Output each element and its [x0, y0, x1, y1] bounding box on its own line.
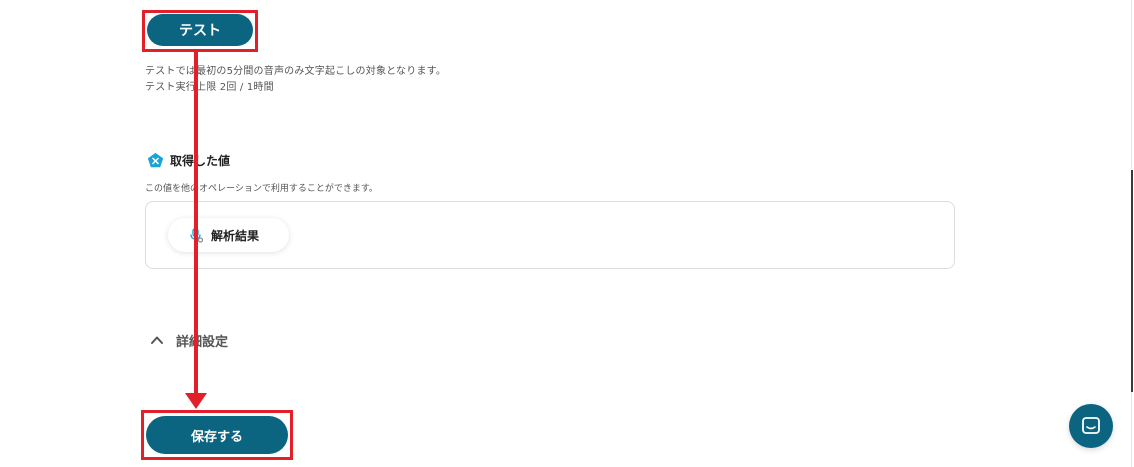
x-pentagon-icon [147, 152, 164, 167]
scrollbar-thumb[interactable] [1131, 170, 1133, 392]
save-button-highlight [141, 410, 293, 460]
output-section-title: 取得した値 [147, 151, 230, 169]
output-value-chip[interactable]: 解析結果 [168, 218, 289, 252]
test-note-line-2: テスト実行上限 2回 / 1時間 [145, 82, 274, 93]
test-button-highlight [142, 10, 258, 52]
chevron-up-icon [151, 336, 163, 344]
annotation-arrow-line [194, 49, 198, 399]
output-value-label: 解析結果 [211, 228, 260, 243]
output-section-description: この値を他のオペレーションで利用することができます。 [145, 184, 378, 194]
advanced-settings-toggle[interactable]: 詳細設定 [150, 330, 228, 350]
annotation-arrow-head [185, 393, 207, 409]
chat-icon [1082, 417, 1100, 434]
chat-button[interactable] [1069, 404, 1113, 448]
test-note-line-1: テストでは最初の5分間の音声のみ文字起こしの対象となります。 [145, 66, 447, 77]
advanced-settings-label: 詳細設定 [176, 334, 229, 350]
output-section-title-text: 取得した値 [170, 153, 231, 168]
page: テスト テストでは最初の5分間の音声のみ文字起こしの対象となります。 テスト実行… [0, 0, 1134, 467]
